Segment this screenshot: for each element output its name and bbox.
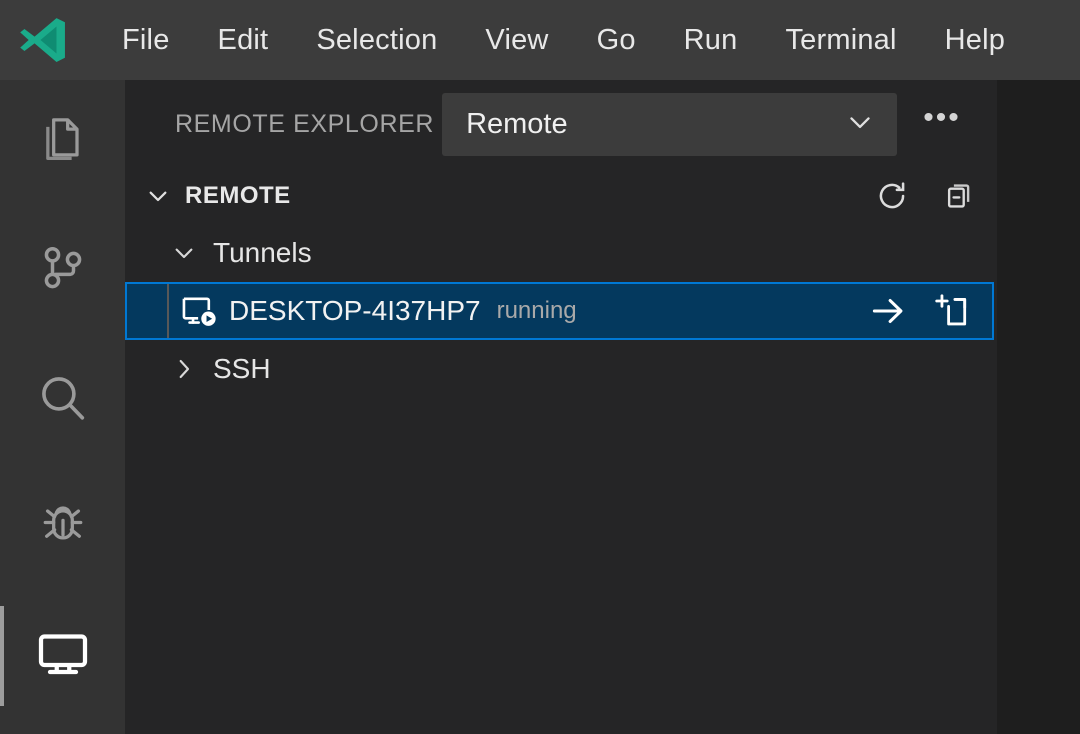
menu-help[interactable]: Help xyxy=(921,18,1029,63)
menu-terminal[interactable]: Terminal xyxy=(761,18,920,63)
sidebar-item-run-and-debug[interactable] xyxy=(0,464,125,592)
more-actions-button[interactable]: ••• xyxy=(919,101,965,147)
remote-tree: Tunnels DESKTOP-4I37HP7 running SSH xyxy=(125,224,997,398)
remote-section-actions xyxy=(871,175,979,217)
tree-row-actions xyxy=(864,287,984,335)
chevron-down-icon xyxy=(843,105,877,144)
view-select-dropdown[interactable]: Remote xyxy=(442,92,898,156)
vscode-window: File Edit Selection View Go Run Terminal… xyxy=(0,0,1080,734)
menu-items: File Edit Selection View Go Run Terminal… xyxy=(98,18,1029,63)
sidebar-header: REMOTE EXPLORER Remote ••• xyxy=(125,80,997,168)
tree-item-description: running xyxy=(496,297,577,324)
sidebar-item-explorer[interactable] xyxy=(0,80,125,208)
tree-item-label: DESKTOP-4I37HP7 xyxy=(229,295,481,326)
tree-row[interactable]: DESKTOP-4I37HP7 running xyxy=(125,282,994,340)
source-control-branch-icon xyxy=(35,242,91,303)
sidebar-item-search[interactable] xyxy=(0,336,125,464)
tree-row[interactable]: Tunnels xyxy=(125,224,997,282)
menu-run[interactable]: Run xyxy=(660,18,762,63)
chevron-down-icon[interactable] xyxy=(137,175,179,217)
tree-item-label: SSH xyxy=(213,353,271,384)
page-title: REMOTE EXPLORER xyxy=(175,109,435,138)
activity-bar xyxy=(0,80,125,734)
view-select-value: Remote xyxy=(466,107,568,140)
menu-view[interactable]: View xyxy=(461,18,572,63)
tree-item-label: Tunnels xyxy=(213,237,312,268)
refresh-icon[interactable] xyxy=(871,175,913,217)
bug-icon xyxy=(35,498,91,559)
remote-monitor-icon xyxy=(33,624,93,689)
search-icon xyxy=(34,369,92,432)
title-menu-bar: File Edit Selection View Go Run Terminal… xyxy=(0,0,1080,80)
remote-section-title: REMOTE xyxy=(185,182,291,209)
tree-row[interactable]: SSH xyxy=(125,340,997,398)
empty-window-icon[interactable] xyxy=(926,287,974,335)
editor-area xyxy=(997,80,1080,734)
chevron-right-icon[interactable] xyxy=(163,348,205,390)
tree-indent-guide xyxy=(167,284,169,338)
remote-explorer-sidebar: REMOTE EXPLORER Remote ••• REMOTE Tunnel… xyxy=(125,80,997,734)
menu-file[interactable]: File xyxy=(98,18,194,63)
sidebar-item-source-control[interactable] xyxy=(0,208,125,336)
sidebar-item-remote-explorer[interactable] xyxy=(0,592,125,720)
vscode-logo-icon xyxy=(14,11,72,69)
menu-selection[interactable]: Selection xyxy=(292,18,461,63)
arrow-right-icon[interactable] xyxy=(864,287,912,335)
menu-go[interactable]: Go xyxy=(573,18,660,63)
remote-section-header[interactable]: REMOTE xyxy=(125,168,997,224)
menu-edit[interactable]: Edit xyxy=(194,18,293,63)
vm-running-icon xyxy=(177,289,221,333)
files-icon xyxy=(35,114,91,175)
chevron-down-icon[interactable] xyxy=(163,232,205,274)
collapse-all-icon[interactable] xyxy=(937,175,979,217)
